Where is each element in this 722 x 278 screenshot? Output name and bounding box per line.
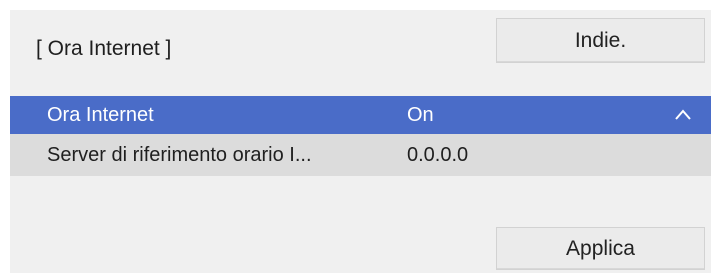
menu-row-value: On	[407, 103, 434, 126]
menu-row-label: Ora Internet	[47, 103, 154, 126]
menu-row-value: 0.0.0.0	[407, 143, 469, 166]
menu-row-internet-time[interactable]: Ora Internet On	[10, 96, 711, 134]
settings-panel: [ Ora Internet ] Indie. Ora Internet On …	[10, 10, 711, 273]
back-button[interactable]: Indie.	[496, 18, 705, 63]
apply-button[interactable]: Applica	[496, 227, 705, 270]
page-title: [ Ora Internet ]	[36, 37, 172, 60]
menu-row-label: Server di riferimento orario I...	[47, 143, 312, 166]
chevron-up-icon[interactable]	[673, 105, 693, 125]
menu-row-time-server[interactable]: Server di riferimento orario I... 0.0.0.…	[10, 134, 711, 176]
